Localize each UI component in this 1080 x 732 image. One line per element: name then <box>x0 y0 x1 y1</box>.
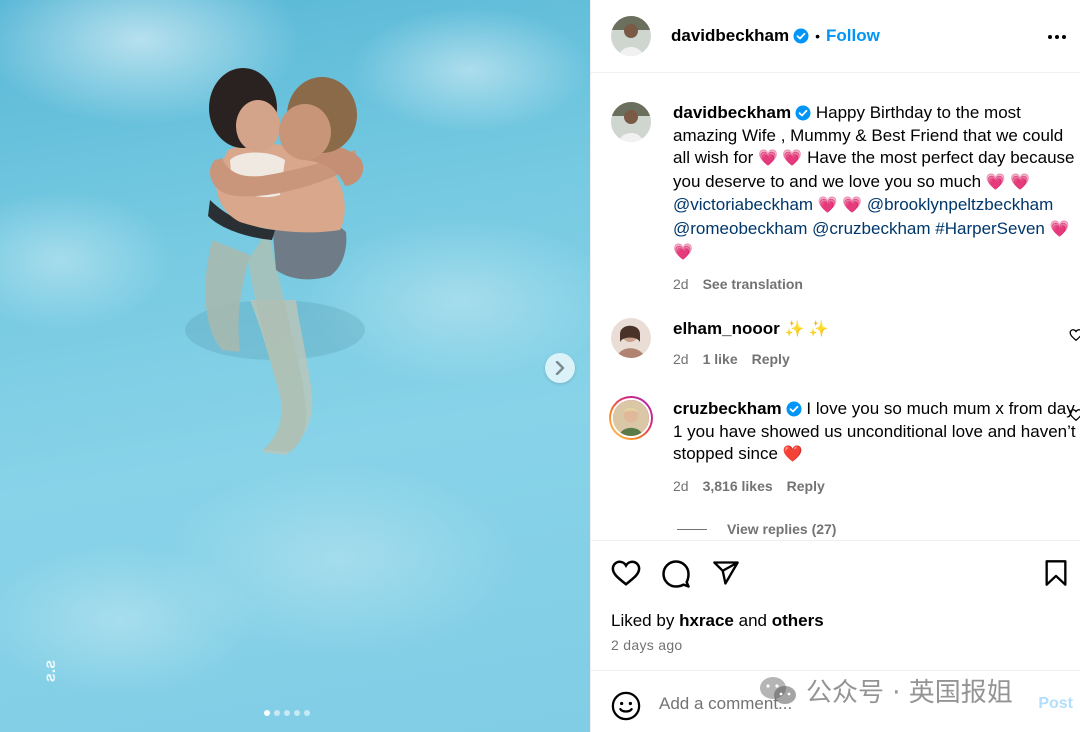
commenter-avatar[interactable] <box>611 318 651 358</box>
avatar-image <box>611 318 651 358</box>
avatar-image <box>611 16 651 56</box>
verified-badge-icon <box>795 105 811 121</box>
author-username[interactable]: davidbeckham <box>671 26 789 46</box>
comment-like-heart-icon[interactable] <box>1069 328 1080 342</box>
comment-likes[interactable]: 1 like <box>703 348 738 371</box>
post-comment-button[interactable]: Post <box>1038 695 1073 713</box>
pink-heart-icon: 💗 💗 <box>817 197 863 214</box>
caption-username[interactable]: davidbeckham <box>673 103 791 122</box>
replies-divider-line <box>677 528 707 530</box>
mention-victoriabeckham[interactable]: @victoriabeckham <box>673 195 813 214</box>
post-actions: Liked by hxrace and others 2 days ago <box>591 540 1080 670</box>
reply-button[interactable]: Reply <box>787 475 825 498</box>
post-timestamp[interactable]: 2 days ago <box>611 637 683 653</box>
post-photo[interactable]: ƨ.ƨ <box>0 0 590 732</box>
caption-time: 2d <box>673 275 689 292</box>
mention-brooklynpeltzbeckham[interactable]: @brooklynpeltzbeckham <box>867 195 1053 214</box>
liked-by-user[interactable]: hxrace <box>679 611 734 630</box>
see-translation-button[interactable]: See translation <box>703 273 803 296</box>
pink-heart-icon: 💗 💗 <box>985 173 1031 191</box>
carousel-dot <box>294 710 300 716</box>
avatar-image <box>611 398 651 438</box>
add-comment-input[interactable] <box>659 689 1019 719</box>
comment-time: 2d <box>673 477 689 494</box>
chevron-right-icon <box>555 361 565 375</box>
mention-cruzbeckham[interactable]: @cruzbeckham <box>812 219 930 238</box>
comment-bubble-icon[interactable] <box>661 559 691 589</box>
comment-likes[interactable]: 3,816 likes <box>703 475 773 498</box>
comment-like-heart-icon[interactable] <box>1069 408 1080 422</box>
follow-button[interactable]: Follow <box>826 26 880 46</box>
couple-in-pool-illustration <box>185 68 365 455</box>
pink-heart-icon: 💗 💗 <box>758 150 803 167</box>
author-avatar[interactable] <box>611 16 651 56</box>
verified-badge-icon <box>786 401 802 417</box>
reply-button[interactable]: Reply <box>752 348 790 371</box>
hashtag-harperseven[interactable]: #HarperSeven <box>935 219 1045 238</box>
verified-badge-icon <box>793 28 809 44</box>
commenter-username[interactable]: cruzbeckham <box>673 399 782 418</box>
carousel-dot-active <box>264 710 270 716</box>
caption-author-avatar[interactable] <box>611 102 651 142</box>
mention-romeobeckham[interactable]: @romeobeckham <box>673 219 807 238</box>
liked-by-others[interactable]: others <box>772 611 824 630</box>
commenter-username[interactable]: elham_nooor <box>673 319 780 338</box>
sparkles-icon: ✨ ✨ <box>784 321 829 338</box>
avatar-image <box>611 102 651 142</box>
photo-watermark-mark: ƨ.ƨ <box>42 659 60 683</box>
liked-by-conj: and <box>738 611 767 630</box>
more-options-icon[interactable] <box>1046 26 1068 48</box>
header-separator: • <box>815 28 821 44</box>
carousel-dot <box>304 710 310 716</box>
post-side-panel: davidbeckham • Follow davidbeckham Happy… <box>590 0 1080 732</box>
carousel-indicator <box>264 710 310 716</box>
carousel-dot <box>284 710 290 716</box>
liked-by-prefix: Liked by <box>611 611 675 630</box>
view-replies-label: View replies (27) <box>727 521 837 537</box>
share-paper-plane-icon[interactable] <box>711 559 741 587</box>
add-comment-bar: Post <box>591 670 1080 732</box>
commenter-avatar-story-ring[interactable] <box>609 396 653 440</box>
liked-by-summary: Liked by hxrace and others <box>611 611 824 631</box>
red-heart-icon: ❤️ <box>782 446 803 463</box>
view-replies-button[interactable]: View replies (27) <box>677 521 836 537</box>
carousel-dot <box>274 710 280 716</box>
post-header: davidbeckham • Follow <box>591 0 1080 73</box>
like-heart-icon[interactable] <box>611 559 641 587</box>
comment-time: 2d <box>673 350 689 367</box>
emoji-smiley-icon[interactable] <box>611 691 641 721</box>
next-slide-button[interactable] <box>545 353 575 383</box>
save-bookmark-icon[interactable] <box>1043 559 1069 587</box>
comments-section[interactable]: davidbeckham Happy Birthday to the most … <box>591 74 1080 540</box>
